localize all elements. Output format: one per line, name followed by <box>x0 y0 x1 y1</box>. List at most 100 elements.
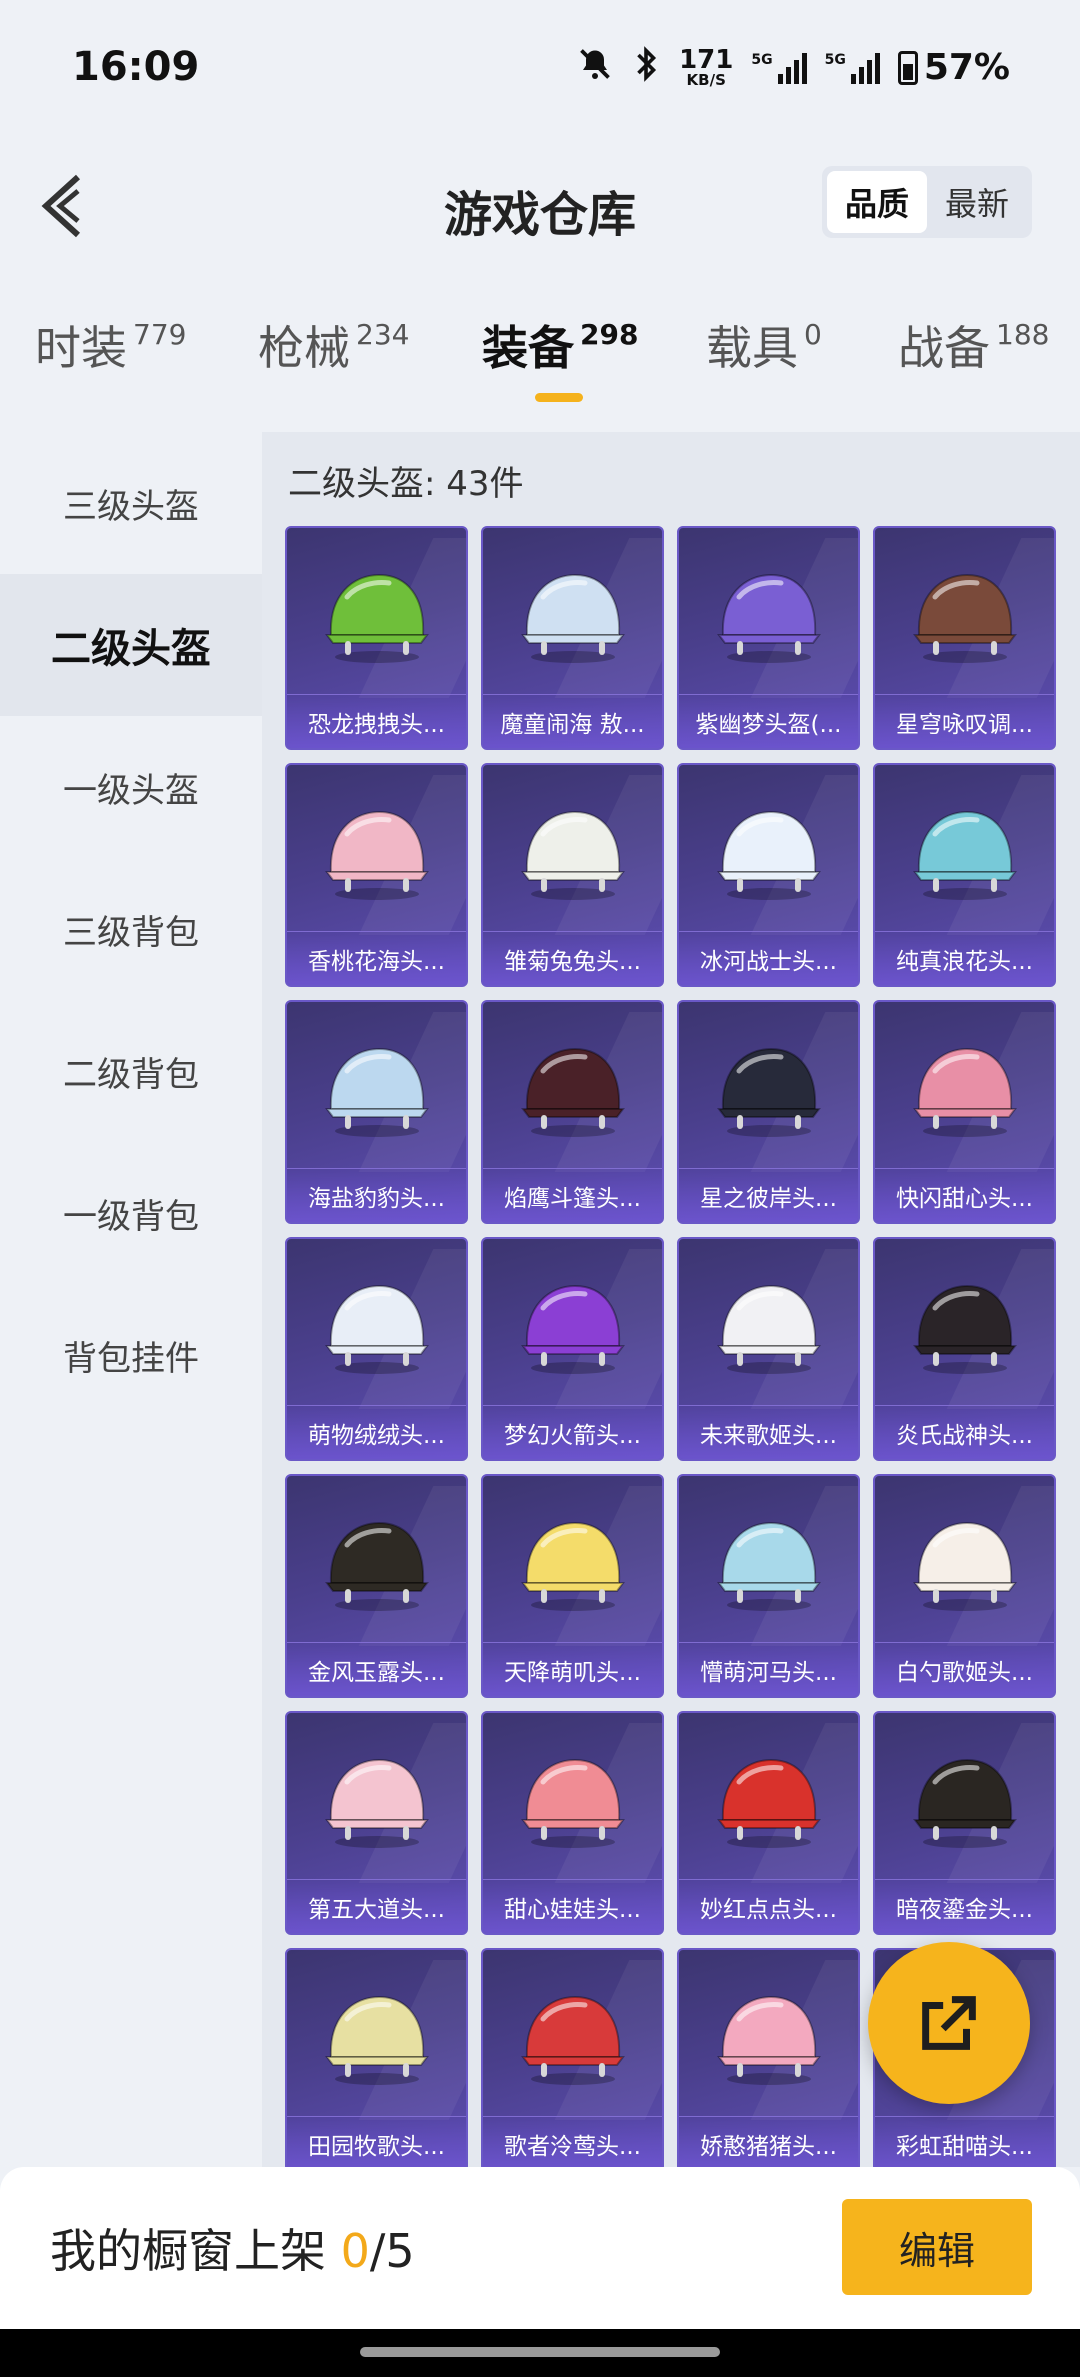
back-button[interactable] <box>30 168 90 244</box>
net-speed: 171 KB/S <box>679 45 734 89</box>
helmet-name: 恐龙拽拽头... <box>287 694 466 748</box>
signal-icon-2: 5G <box>825 52 880 84</box>
battery-indicator: 57% <box>897 47 1010 88</box>
share-icon <box>922 1996 976 2050</box>
tab-supplies[interactable]: 战备 188 <box>898 312 1049 378</box>
helmet-card[interactable]: 妙红点点头... <box>677 1711 860 1935</box>
helmet-icon <box>287 1484 466 1644</box>
back-arrow-icon <box>41 174 81 238</box>
helmet-name: 未来歌姬头... <box>679 1405 858 1459</box>
helmet-card[interactable]: 炎氏战神头... <box>873 1237 1056 1461</box>
helmet-card[interactable]: 未来歌姬头... <box>677 1237 860 1461</box>
mute-icon <box>577 46 613 89</box>
sidebar-item-helmet-lv2[interactable]: 二级头盔 <box>0 574 262 716</box>
helmet-card[interactable]: 梦幻火箭头... <box>481 1237 664 1461</box>
helmet-icon <box>287 1010 466 1170</box>
helmet-card[interactable]: 娇憨猪猪头... <box>677 1948 860 2167</box>
helmet-card[interactable]: 歌者泠莺头... <box>481 1948 664 2167</box>
helmet-name: 星穹咏叹调... <box>875 694 1054 748</box>
helmet-icon <box>875 536 1054 696</box>
tab-count: 0 <box>804 318 822 351</box>
helmet-card[interactable]: 魔童闹海 敖... <box>481 526 664 750</box>
share-button[interactable] <box>868 1942 1030 2104</box>
helmet-name: 田园牧歌头... <box>287 2116 466 2167</box>
tab-count: 298 <box>580 318 639 351</box>
helmet-card[interactable]: 暗夜鎏金头... <box>873 1711 1056 1935</box>
helmet-card[interactable]: 萌物绒绒头... <box>285 1237 468 1461</box>
showcase-status: 我的橱窗上架 0/5 <box>50 2215 415 2281</box>
helmet-name: 懵萌河马头... <box>679 1642 858 1696</box>
header: 游戏仓库 品质 最新 <box>0 150 1080 260</box>
sort-latest-button[interactable]: 最新 <box>927 171 1027 233</box>
helmet-icon <box>679 1247 858 1407</box>
helmet-card[interactable]: 星之彼岸头... <box>677 1000 860 1224</box>
tab-label: 时装 <box>35 321 127 375</box>
helmet-card[interactable]: 甜心娃娃头... <box>481 1711 664 1935</box>
helmet-icon <box>679 773 858 933</box>
helmet-card[interactable]: 焰鹰斗篷头... <box>481 1000 664 1224</box>
battery-icon <box>897 50 918 85</box>
helmet-icon <box>287 1247 466 1407</box>
helmet-card[interactable]: 懵萌河马头... <box>677 1474 860 1698</box>
helmet-icon <box>483 773 662 933</box>
section-title: 二级头盔: 43件 <box>288 464 524 504</box>
helmet-card[interactable]: 天降萌叽头... <box>481 1474 664 1698</box>
status-time: 16:09 <box>72 44 200 90</box>
helmet-icon <box>875 1721 1054 1881</box>
tab-count: 234 <box>356 318 410 351</box>
helmet-icon <box>483 536 662 696</box>
tab-vehicles[interactable]: 载具 0 <box>706 312 822 378</box>
helmet-name: 甜心娃娃头... <box>483 1879 662 1933</box>
helmet-card[interactable]: 海盐豹豹头... <box>285 1000 468 1224</box>
helmet-name: 快闪甜心头... <box>875 1168 1054 1222</box>
helmet-card[interactable]: 第五大道头... <box>285 1711 468 1935</box>
bluetooth-icon <box>631 46 661 89</box>
helmet-icon <box>679 1010 858 1170</box>
helmet-icon <box>875 1484 1054 1644</box>
tab-fashion[interactable]: 时装 779 <box>35 312 186 378</box>
tab-guns[interactable]: 枪械 234 <box>258 312 409 378</box>
helmet-card[interactable]: 星穹咏叹调... <box>873 526 1056 750</box>
active-tab-indicator <box>535 393 583 402</box>
helmet-name: 梦幻火箭头... <box>483 1405 662 1459</box>
helmet-name: 星之彼岸头... <box>679 1168 858 1222</box>
helmet-card[interactable]: 田园牧歌头... <box>285 1948 468 2167</box>
sort-toggle: 品质 最新 <box>822 166 1032 238</box>
helmet-card[interactable]: 金风玉露头... <box>285 1474 468 1698</box>
helmet-card[interactable]: 白勺歌姬头... <box>873 1474 1056 1698</box>
sidebar-item-backpack-charm[interactable]: 背包挂件 <box>0 1284 262 1426</box>
category-tabs: 时装 779 枪械 234 装备 298 载具 0 战备 188 <box>0 312 1080 422</box>
helmet-icon <box>287 1958 466 2118</box>
tab-equipment[interactable]: 装备 298 <box>482 312 638 378</box>
helmet-name: 紫幽梦头盔(... <box>679 694 858 748</box>
helmet-name: 金风玉露头... <box>287 1642 466 1696</box>
bottom-bar: 我的橱窗上架 0/5 编辑 <box>0 2167 1080 2329</box>
helmet-card[interactable]: 雏菊兔兔头... <box>481 763 664 987</box>
home-gesture-handle[interactable] <box>360 2347 720 2357</box>
edit-button[interactable]: 编辑 <box>842 2199 1032 2295</box>
sidebar-item-helmet-lv1[interactable]: 一级头盔 <box>0 716 262 858</box>
helmet-card[interactable]: 快闪甜心头... <box>873 1000 1056 1224</box>
helmet-card[interactable]: 冰河战士头... <box>677 763 860 987</box>
helmet-icon <box>483 1010 662 1170</box>
sidebar-item-backpack-lv2[interactable]: 二级背包 <box>0 1000 262 1142</box>
helmet-name: 妙红点点头... <box>679 1879 858 1933</box>
sort-quality-button[interactable]: 品质 <box>827 171 927 233</box>
sidebar-item-backpack-lv3[interactable]: 三级背包 <box>0 858 262 1000</box>
helmet-icon <box>483 1721 662 1881</box>
helmet-icon <box>875 773 1054 933</box>
helmet-name: 冰河战士头... <box>679 931 858 985</box>
helmet-card[interactable]: 香桃花海头... <box>285 763 468 987</box>
helmet-icon <box>679 1721 858 1881</box>
helmet-icon <box>875 1247 1054 1407</box>
helmet-icon <box>679 536 858 696</box>
helmet-card[interactable]: 恐龙拽拽头... <box>285 526 468 750</box>
sidebar-item-helmet-lv3[interactable]: 三级头盔 <box>0 432 262 574</box>
helmet-card[interactable]: 纯真浪花头... <box>873 763 1056 987</box>
helmet-icon <box>287 1721 466 1881</box>
helmet-name: 第五大道头... <box>287 1879 466 1933</box>
helmet-icon <box>483 1958 662 2118</box>
sidebar-item-backpack-lv1[interactable]: 一级背包 <box>0 1142 262 1284</box>
helmet-card[interactable]: 紫幽梦头盔(... <box>677 526 860 750</box>
helmet-name: 魔童闹海 敖... <box>483 694 662 748</box>
